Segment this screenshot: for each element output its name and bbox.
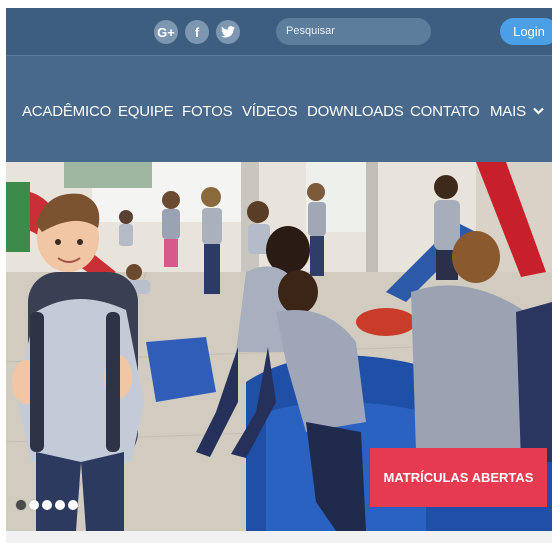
site-frame: G+ f Pesquisar Login ACADÊMICO EQUIPE FO… <box>6 8 552 531</box>
hero-slider[interactable]: MATRÍCULAS ABERTAS <box>6 162 552 531</box>
slider-dot[interactable] <box>68 500 78 510</box>
nav-item-contato[interactable]: CONTATO <box>410 103 480 120</box>
nav-item-videos[interactable]: VÍDEOS <box>242 103 298 120</box>
slider-dot[interactable] <box>16 500 26 510</box>
main-nav: ACADÊMICO EQUIPE FOTOS VÍDEOS DOWNLOADS … <box>6 55 552 162</box>
facebook-icon[interactable]: f <box>185 20 209 44</box>
nav-item-academico[interactable]: ACADÊMICO <box>22 103 111 120</box>
nav-item-mais-label: MAIS <box>490 103 526 120</box>
twitter-icon[interactable] <box>216 20 240 44</box>
login-button[interactable]: Login <box>500 18 552 45</box>
nav-item-mais[interactable]: MAIS <box>490 103 544 120</box>
google-plus-icon[interactable]: G+ <box>154 20 178 44</box>
search-placeholder: Pesquisar <box>286 25 335 37</box>
enrollment-cta-button[interactable]: MATRÍCULAS ABERTAS <box>370 448 547 507</box>
slider-dot[interactable] <box>55 500 65 510</box>
slider-dot[interactable] <box>29 500 39 510</box>
chevron-down-icon <box>533 107 544 115</box>
search-input[interactable]: Pesquisar <box>276 18 431 45</box>
top-bar: G+ f Pesquisar Login <box>6 8 552 55</box>
twitter-bird-icon <box>221 26 235 38</box>
nav-item-fotos[interactable]: FOTOS <box>182 103 233 120</box>
nav-item-downloads[interactable]: DOWNLOADS <box>307 103 404 120</box>
content-below-hero <box>6 531 552 543</box>
slider-dot[interactable] <box>42 500 52 510</box>
nav-item-equipe[interactable]: EQUIPE <box>118 103 174 120</box>
